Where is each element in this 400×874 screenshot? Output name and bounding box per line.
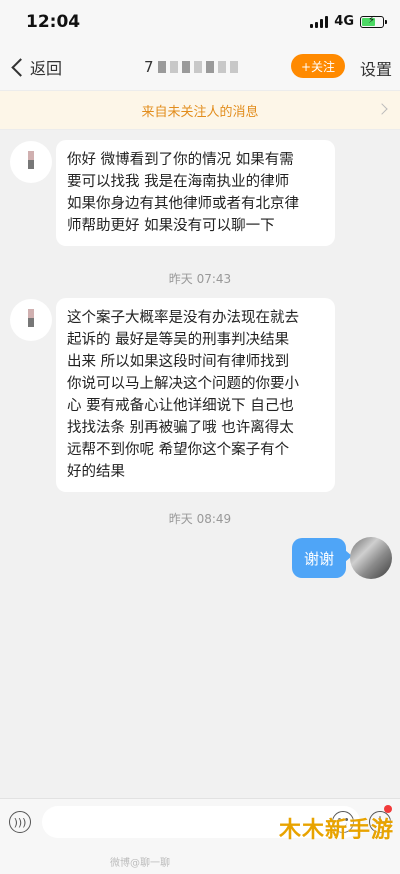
status-time: 12:04 [26,12,81,32]
sound-wave-icon: ))) [13,815,27,829]
blurred-name-segment [193,61,202,73]
network-type: 4G [334,14,354,29]
contact-avatar[interactable] [10,299,52,341]
message-line: 找找法条 别再被骗了哦 也许离得太 [67,420,294,436]
battery-icon: ⚡ [360,15,387,28]
contact-name: 7 [144,58,238,76]
my-avatar[interactable] [350,537,392,579]
settings-button[interactable]: 设置 [360,56,392,80]
message-line: 你说可以马上解决这个问题的你要小 [67,376,299,392]
chevron-left-icon [11,57,30,77]
message-line: 心 要有戒备心让他详细说下 自己也 [67,398,294,414]
message-line: 好的结果 [67,464,125,480]
footer: 微博@聊一聊 [0,846,400,874]
status-icons: 4G ⚡ [310,14,387,29]
signal-icon [310,15,329,28]
notice-text: 来自未关注人的消息 [141,105,259,120]
blurred-name-segment [229,61,238,73]
message-line: 你好 微博看到了你的情况 如果有需 [67,152,294,168]
footer-watermark: 微博@聊一聊 [110,858,170,869]
incoming-message-bubble: 这个案子大概率是没有办法现在就去 起诉的 最好是等吴的刑事判决结果 出来 所以如… [56,298,335,492]
status-bar: 12:04 4G ⚡ [0,0,400,44]
message-line: 师帮助更好 如果没有可以聊一下 [67,218,275,234]
message-timestamp: 昨天 07:43 [168,272,232,286]
outgoing-message-bubble: 谢谢 [292,538,352,578]
nav-bar: 返回 7 +关注 设置 [0,44,400,90]
blurred-name-segment [181,61,190,73]
message-line: 这个案子大概率是没有办法现在就去 [67,310,299,326]
contact-name-initial: 7 [144,58,154,76]
blurred-name-segment [157,61,166,73]
message-line: 起诉的 最好是等吴的刑事判决结果 [67,332,290,348]
blurred-name-segment [169,61,178,73]
back-label: 返回 [30,59,63,78]
message-line: 远帮不到你呢 希望你这个案子有个 [67,442,290,458]
blurred-name-segment [217,61,226,73]
incoming-message-bubble: 你好 微博看到了你的情况 如果有需 要可以找我 我是在海南执业的律师 如果你身边… [56,140,335,246]
back-button[interactable]: 返回 [8,55,62,79]
message-line: 如果你身边有其他律师或者有北京律 [67,196,299,212]
message-line: 要可以找我 我是在海南执业的律师 [67,174,290,190]
message-line: 出来 所以如果这段时间有律师找到 [67,354,290,370]
stranger-message-notice[interactable]: 来自未关注人的消息 [0,90,400,130]
voice-input-button[interactable]: ))) [9,811,31,833]
follow-button[interactable]: +关注 [291,54,345,78]
message-timestamp: 昨天 08:49 [168,512,232,526]
blurred-name-segment [205,61,214,73]
site-watermark-logo: 木木新手游 [278,818,394,843]
contact-avatar[interactable] [10,141,52,183]
